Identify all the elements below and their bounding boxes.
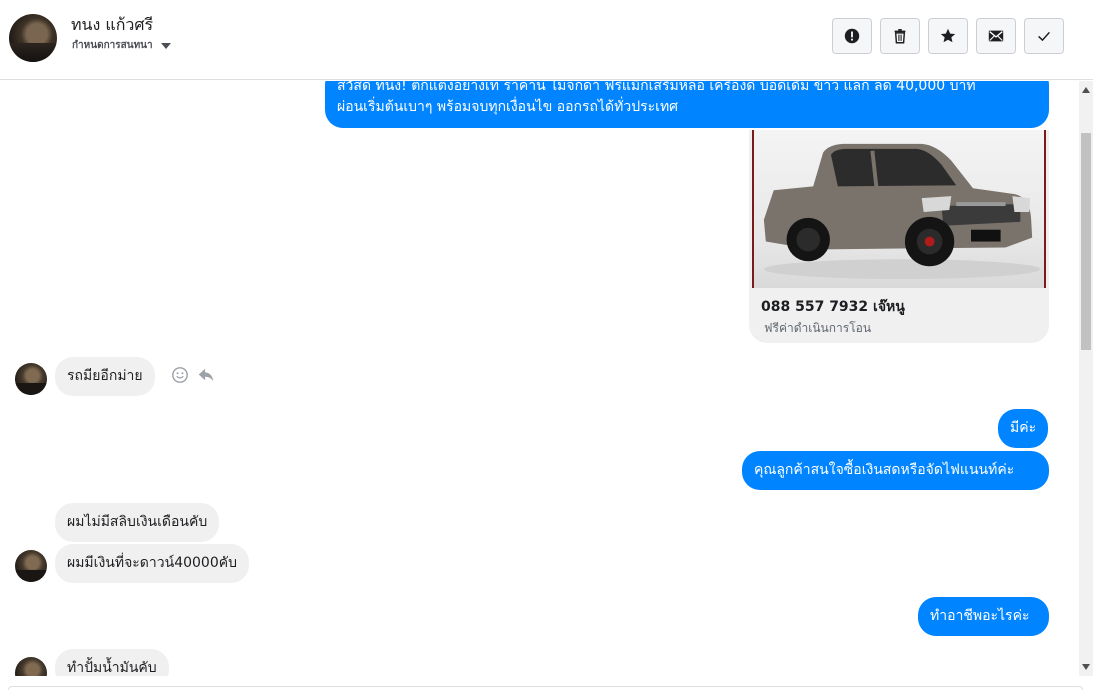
contact-name[interactable]: ทนง แก้วศรี — [71, 13, 153, 38]
scroll-thumb[interactable] — [1081, 133, 1091, 350]
emoji-react-icon[interactable] — [171, 366, 189, 384]
exclamation-icon — [844, 28, 860, 44]
scroll-up-arrow-icon[interactable] — [1082, 87, 1090, 93]
contact-avatar-small[interactable] — [15, 657, 47, 676]
message-text: รถมียอีกม่าย — [67, 368, 143, 384]
message-text: คุณลูกค้าสนใจซื้อเงินสดหรือจัดไฟแนนท์ค่ะ — [754, 462, 1015, 478]
outgoing-message[interactable]: มีค่ะ — [998, 409, 1049, 448]
star-button[interactable] — [928, 18, 968, 54]
outgoing-message[interactable]: สวัสดี ทนง! ตกแต่งอย่างเท่ ราคาน ไม่จกดา… — [325, 81, 1049, 128]
message-text: ผมมีเงินที่จะดาวน์40000คับ — [67, 555, 237, 571]
message-text: ผมไม่มีสลิบเงินเดือนคับ — [67, 514, 208, 530]
card-title: 088 557 7932 เจ๊หนู — [761, 299, 905, 315]
caret-down-icon — [160, 42, 171, 49]
card-subtitle: ฟรีค่าดำเนินการโอน — [764, 321, 872, 335]
message-actions — [171, 366, 215, 384]
envelope-icon — [988, 30, 1004, 42]
contact-avatar[interactable] — [9, 14, 57, 62]
incoming-message[interactable]: ผมมีเงินที่จะดาวน์40000คับ — [55, 544, 249, 583]
schedule-dropdown[interactable]: กำหนดการสนทนา — [72, 38, 171, 53]
conversation-header: ทนง แก้วศรี กำหนดการสนทนา — [0, 0, 1093, 80]
reply-icon[interactable] — [197, 366, 215, 384]
message-text-line: สวัสดี ทนง! ตกแต่งอย่างเท่ ราคาน ไม่จกดา… — [337, 81, 976, 94]
action-toolbar — [832, 18, 1064, 54]
contact-avatar-small[interactable] — [15, 550, 47, 582]
schedule-label: กำหนดการสนทนา — [72, 40, 153, 51]
mark-unread-button[interactable] — [976, 18, 1016, 54]
composer-edge — [8, 686, 1083, 690]
link-attachment-card[interactable]: 088 557 7932 เจ๊หนู ฟรีค่าดำเนินการโอน — [749, 130, 1049, 343]
outgoing-message[interactable]: ทำอาชีพอะไรค่ะ — [918, 597, 1049, 636]
message-text: มีค่ะ — [1010, 420, 1037, 436]
message-thread[interactable]: สวัสดี ทนง! ตกแต่งอย่างเท่ ราคาน ไม่จกดา… — [0, 81, 1079, 676]
incoming-message[interactable]: ผมไม่มีสลิบเงินเดือนคับ — [55, 503, 220, 542]
check-icon — [1038, 31, 1050, 42]
star-icon — [940, 28, 956, 43]
pickup-truck-image — [763, 143, 1041, 280]
car-image[interactable] — [752, 130, 1046, 288]
message-text: ทำอาชีพอะไรค่ะ — [930, 608, 1030, 624]
trash-icon — [894, 29, 906, 44]
spam-button[interactable] — [832, 18, 872, 54]
mark-done-button[interactable] — [1024, 18, 1064, 54]
vertical-scrollbar[interactable] — [1079, 81, 1093, 676]
outgoing-message[interactable]: คุณลูกค้าสนใจซื้อเงินสดหรือจัดไฟแนนท์ค่ะ — [742, 451, 1049, 490]
message-text: ทำปั้มน้ำมันคับ — [67, 660, 157, 676]
scroll-down-arrow-icon[interactable] — [1082, 664, 1090, 670]
contact-avatar-small[interactable] — [15, 363, 47, 395]
delete-button[interactable] — [880, 18, 920, 54]
message-text-line: ผ่อนเริ่มต้นเบาๆ พร้อมจบทุกเงื่อนไข ออกร… — [337, 99, 679, 115]
incoming-message[interactable]: รถมียอีกม่าย — [55, 357, 155, 396]
incoming-message[interactable]: ทำปั้มน้ำมันคับ — [55, 649, 169, 676]
